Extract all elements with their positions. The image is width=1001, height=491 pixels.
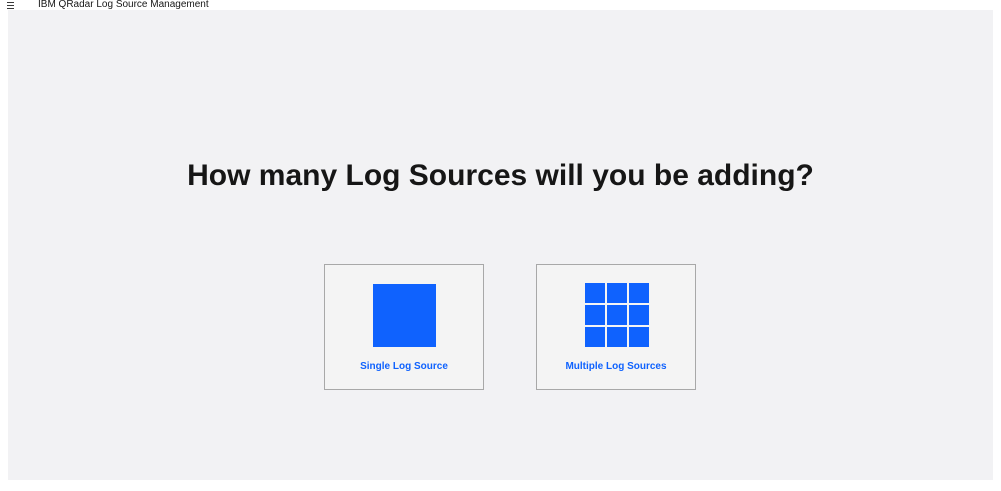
multiple-log-sources-label: Multiple Log Sources xyxy=(565,361,667,372)
single-log-source-label: Single Log Source xyxy=(360,361,448,372)
single-log-source-card[interactable]: Single Log Source xyxy=(324,264,484,390)
app-header: IBM QRadar Log Source Management xyxy=(0,0,1001,10)
page-title: How many Log Sources will you be adding? xyxy=(187,159,814,192)
single-square-icon xyxy=(373,284,436,347)
multiple-log-sources-card[interactable]: Multiple Log Sources xyxy=(536,264,696,390)
grid-squares-icon xyxy=(585,283,649,347)
main-content: How many Log Sources will you be adding?… xyxy=(8,10,993,480)
